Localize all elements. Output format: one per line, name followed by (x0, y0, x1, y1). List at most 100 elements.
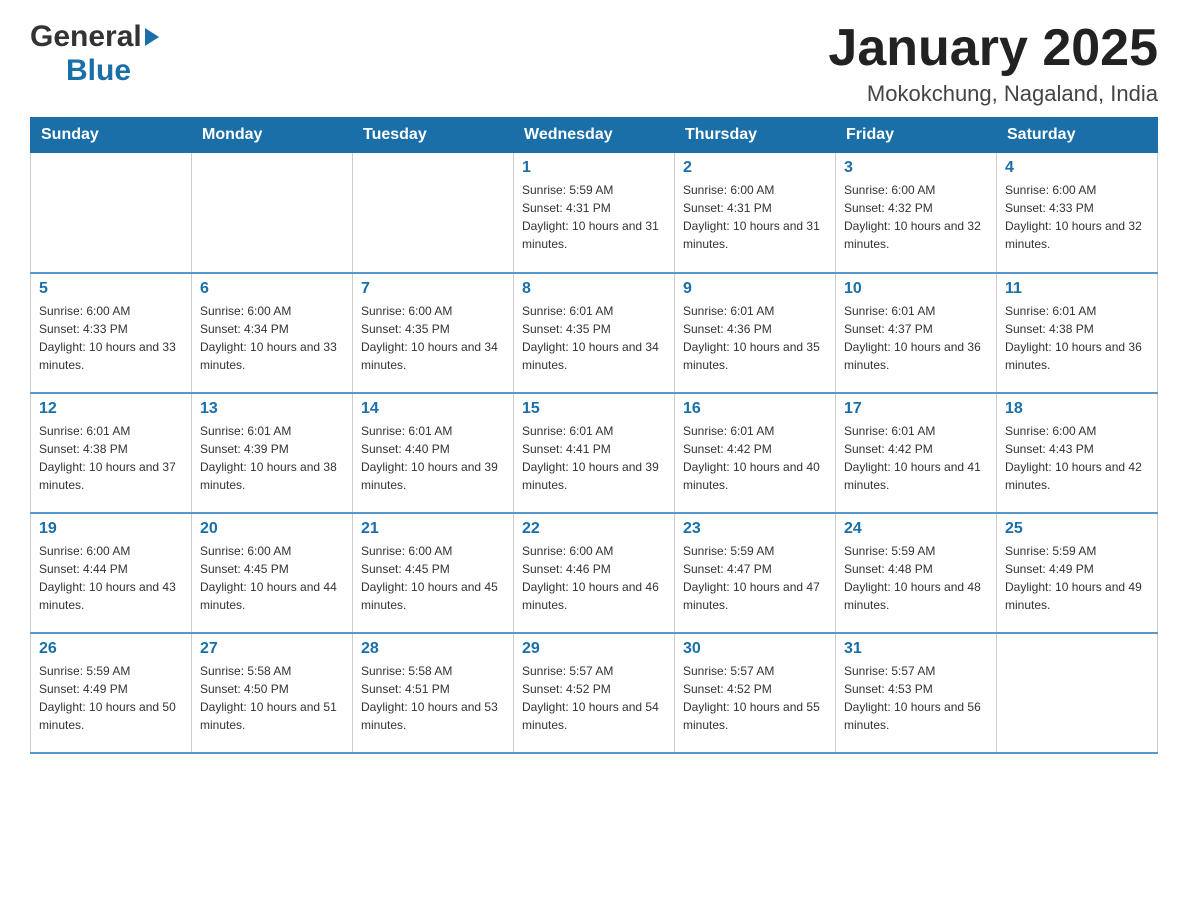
day-info: Sunrise: 6:00 AM Sunset: 4:33 PM Dayligh… (39, 302, 183, 374)
calendar-cell: 4 Sunrise: 6:00 AM Sunset: 4:33 PM Daylig… (997, 153, 1158, 273)
day-info: Sunrise: 5:57 AM Sunset: 4:52 PM Dayligh… (683, 662, 827, 734)
day-number: 29 (522, 640, 666, 658)
day-info: Sunrise: 6:01 AM Sunset: 4:35 PM Dayligh… (522, 302, 666, 374)
calendar-cell: 25Sunrise: 5:59 AM Sunset: 4:49 PM Dayli… (997, 513, 1158, 633)
day-number: 3 (844, 159, 988, 177)
day-number: 13 (200, 400, 344, 418)
day-info: Sunrise: 5:59 AM Sunset: 4:48 PM Dayligh… (844, 542, 988, 614)
calendar-week-row: 12Sunrise: 6:01 AM Sunset: 4:38 PM Dayli… (31, 393, 1158, 513)
day-info: Sunrise: 6:00 AM Sunset: 4:46 PM Dayligh… (522, 542, 666, 614)
day-number: 1 (522, 159, 666, 177)
day-info: Sunrise: 5:58 AM Sunset: 4:51 PM Dayligh… (361, 662, 505, 734)
day-info: Sunrise: 6:01 AM Sunset: 4:42 PM Dayligh… (844, 422, 988, 494)
calendar-cell: 3 Sunrise: 6:00 AM Sunset: 4:32 PM Daylig… (836, 153, 997, 273)
day-info: Sunrise: 6:00 AM Sunset: 4:32 PM Dayligh… (844, 181, 988, 253)
calendar-week-row: 19Sunrise: 6:00 AM Sunset: 4:44 PM Dayli… (31, 513, 1158, 633)
day-number: 11 (1005, 280, 1149, 298)
day-number: 28 (361, 640, 505, 658)
calendar-cell: 21Sunrise: 6:00 AM Sunset: 4:45 PM Dayli… (353, 513, 514, 633)
calendar-body: 1 Sunrise: 5:59 AM Sunset: 4:31 PM Daylig… (31, 153, 1158, 753)
calendar-cell: 9 Sunrise: 6:01 AM Sunset: 4:36 PM Daylig… (675, 273, 836, 393)
calendar-title: January 2025 (828, 20, 1158, 77)
calendar-table: SundayMondayTuesdayWednesdayThursdayFrid… (30, 117, 1158, 754)
calendar-cell: 17 Sunrise: 6:01 AM Sunset: 4:42 PM Dayli… (836, 393, 997, 513)
day-number: 4 (1005, 159, 1149, 177)
day-info: Sunrise: 6:01 AM Sunset: 4:37 PM Dayligh… (844, 302, 988, 374)
calendar-cell: 11 Sunrise: 6:01 AM Sunset: 4:38 PM Dayli… (997, 273, 1158, 393)
day-number: 25 (1005, 520, 1149, 538)
calendar-cell: 7 Sunrise: 6:00 AM Sunset: 4:35 PM Daylig… (353, 273, 514, 393)
calendar-cell: 19Sunrise: 6:00 AM Sunset: 4:44 PM Dayli… (31, 513, 192, 633)
day-of-week-header: Friday (836, 118, 997, 153)
day-info: Sunrise: 5:57 AM Sunset: 4:53 PM Dayligh… (844, 662, 988, 734)
calendar-cell: 1 Sunrise: 5:59 AM Sunset: 4:31 PM Daylig… (514, 153, 675, 273)
calendar-cell: 16Sunrise: 6:01 AM Sunset: 4:42 PM Dayli… (675, 393, 836, 513)
calendar-week-row: 26 Sunrise: 5:59 AM Sunset: 4:49 PM Dayli… (31, 633, 1158, 753)
calendar-week-row: 1 Sunrise: 5:59 AM Sunset: 4:31 PM Daylig… (31, 153, 1158, 273)
calendar-cell: 22 Sunrise: 6:00 AM Sunset: 4:46 PM Dayli… (514, 513, 675, 633)
day-number: 5 (39, 280, 183, 298)
calendar-cell: 24 Sunrise: 5:59 AM Sunset: 4:48 PM Dayli… (836, 513, 997, 633)
day-info: Sunrise: 5:59 AM Sunset: 4:31 PM Dayligh… (522, 181, 666, 253)
day-info: Sunrise: 6:00 AM Sunset: 4:43 PM Dayligh… (1005, 422, 1149, 494)
day-of-week-header: Monday (192, 118, 353, 153)
day-of-week-header: Thursday (675, 118, 836, 153)
day-info: Sunrise: 5:59 AM Sunset: 4:49 PM Dayligh… (39, 662, 183, 734)
calendar-cell: 5 Sunrise: 6:00 AM Sunset: 4:33 PM Daylig… (31, 273, 192, 393)
day-info: Sunrise: 6:00 AM Sunset: 4:44 PM Dayligh… (39, 542, 183, 614)
calendar-cell: 28 Sunrise: 5:58 AM Sunset: 4:51 PM Dayli… (353, 633, 514, 753)
day-number: 23 (683, 520, 827, 538)
calendar-cell: 30 Sunrise: 5:57 AM Sunset: 4:52 PM Dayli… (675, 633, 836, 753)
day-info: Sunrise: 6:01 AM Sunset: 4:41 PM Dayligh… (522, 422, 666, 494)
day-number: 14 (361, 400, 505, 418)
logo-blue-text: Blue (66, 54, 131, 88)
day-info: Sunrise: 6:01 AM Sunset: 4:42 PM Dayligh… (683, 422, 827, 494)
day-number: 22 (522, 520, 666, 538)
calendar-cell: 20Sunrise: 6:00 AM Sunset: 4:45 PM Dayli… (192, 513, 353, 633)
day-of-week-header: Saturday (997, 118, 1158, 153)
day-number: 6 (200, 280, 344, 298)
calendar-cell: 18 Sunrise: 6:00 AM Sunset: 4:43 PM Dayli… (997, 393, 1158, 513)
day-number: 26 (39, 640, 183, 658)
calendar-cell: 15Sunrise: 6:01 AM Sunset: 4:41 PM Dayli… (514, 393, 675, 513)
day-number: 7 (361, 280, 505, 298)
calendar-cell (997, 633, 1158, 753)
calendar-cell: 8Sunrise: 6:01 AM Sunset: 4:35 PM Daylig… (514, 273, 675, 393)
day-info: Sunrise: 6:00 AM Sunset: 4:31 PM Dayligh… (683, 181, 827, 253)
day-number: 18 (1005, 400, 1149, 418)
day-info: Sunrise: 6:01 AM Sunset: 4:40 PM Dayligh… (361, 422, 505, 494)
day-number: 24 (844, 520, 988, 538)
day-number: 30 (683, 640, 827, 658)
page-header: General Blue January 2025 Mokokchung, Na… (30, 20, 1158, 107)
day-number: 27 (200, 640, 344, 658)
day-info: Sunrise: 6:01 AM Sunset: 4:38 PM Dayligh… (39, 422, 183, 494)
calendar-cell: 13 Sunrise: 6:01 AM Sunset: 4:39 PM Dayli… (192, 393, 353, 513)
logo-arrow-icon (145, 28, 159, 46)
title-section: January 2025 Mokokchung, Nagaland, India (828, 20, 1158, 107)
day-info: Sunrise: 6:01 AM Sunset: 4:36 PM Dayligh… (683, 302, 827, 374)
day-info: Sunrise: 5:58 AM Sunset: 4:50 PM Dayligh… (200, 662, 344, 734)
calendar-cell: 6 Sunrise: 6:00 AM Sunset: 4:34 PM Daylig… (192, 273, 353, 393)
day-number: 17 (844, 400, 988, 418)
day-info: Sunrise: 5:57 AM Sunset: 4:52 PM Dayligh… (522, 662, 666, 734)
calendar-cell: 26 Sunrise: 5:59 AM Sunset: 4:49 PM Dayli… (31, 633, 192, 753)
calendar-cell: 2Sunrise: 6:00 AM Sunset: 4:31 PM Daylig… (675, 153, 836, 273)
logo: General Blue (30, 20, 159, 88)
calendar-cell: 14 Sunrise: 6:01 AM Sunset: 4:40 PM Dayli… (353, 393, 514, 513)
calendar-cell: 23Sunrise: 5:59 AM Sunset: 4:47 PM Dayli… (675, 513, 836, 633)
calendar-cell (192, 153, 353, 273)
days-of-week-row: SundayMondayTuesdayWednesdayThursdayFrid… (31, 118, 1158, 153)
day-info: Sunrise: 6:00 AM Sunset: 4:34 PM Dayligh… (200, 302, 344, 374)
day-of-week-header: Tuesday (353, 118, 514, 153)
day-number: 9 (683, 280, 827, 298)
day-number: 31 (844, 640, 988, 658)
day-info: Sunrise: 6:00 AM Sunset: 4:45 PM Dayligh… (200, 542, 344, 614)
day-info: Sunrise: 6:00 AM Sunset: 4:35 PM Dayligh… (361, 302, 505, 374)
day-info: Sunrise: 6:00 AM Sunset: 4:33 PM Dayligh… (1005, 181, 1149, 253)
calendar-cell (31, 153, 192, 273)
day-of-week-header: Sunday (31, 118, 192, 153)
day-info: Sunrise: 6:00 AM Sunset: 4:45 PM Dayligh… (361, 542, 505, 614)
day-info: Sunrise: 6:01 AM Sunset: 4:38 PM Dayligh… (1005, 302, 1149, 374)
day-info: Sunrise: 6:01 AM Sunset: 4:39 PM Dayligh… (200, 422, 344, 494)
calendar-cell (353, 153, 514, 273)
